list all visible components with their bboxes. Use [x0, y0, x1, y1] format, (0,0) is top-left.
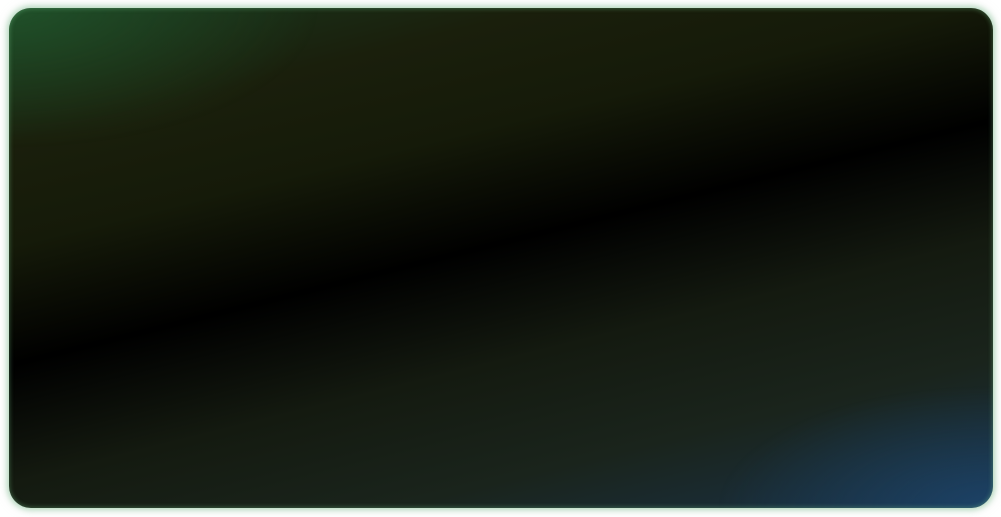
panel-edge-highlight	[9, 8, 993, 508]
panel-corner-glow	[9, 8, 993, 508]
page	[0, 0, 1001, 517]
gradient-panel	[9, 8, 993, 508]
